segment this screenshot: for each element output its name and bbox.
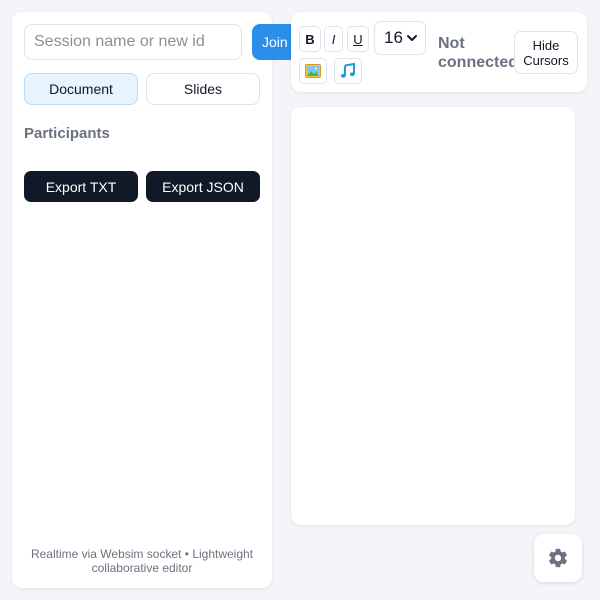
footer-note: Realtime via Websim socket • Lightweight… <box>30 547 254 575</box>
editor-toolbar: B I U 16 Not connected Hide Cursors <box>291 12 587 92</box>
participants-heading: Participants <box>24 125 110 142</box>
sidebar-panel: Join Document Slides Participants Export… <box>12 12 304 588</box>
editor-area[interactable] <box>291 107 575 525</box>
slides-mode-button[interactable]: Slides <box>146 73 260 105</box>
export-txt-button[interactable]: Export TXT <box>24 171 138 202</box>
insert-audio-button[interactable] <box>334 58 362 84</box>
document-mode-button[interactable]: Document <box>24 73 138 105</box>
bold-button[interactable]: B <box>299 26 321 52</box>
italic-button[interactable]: I <box>324 26 343 52</box>
image-icon <box>305 64 321 78</box>
export-json-button[interactable]: Export JSON <box>146 171 260 202</box>
gear-icon <box>549 548 567 568</box>
settings-button[interactable] <box>534 534 582 582</box>
music-note-icon <box>340 63 355 78</box>
hide-cursors-button[interactable]: Hide Cursors <box>514 31 578 74</box>
font-size-value: 16 <box>384 28 403 47</box>
font-size-select[interactable]: 16 <box>374 21 426 55</box>
chevron-down-icon <box>407 35 417 41</box>
insert-image-button[interactable] <box>299 58 327 84</box>
connection-status: Not connected <box>438 35 519 71</box>
session-input[interactable] <box>24 24 242 60</box>
underline-button[interactable]: U <box>347 26 369 52</box>
